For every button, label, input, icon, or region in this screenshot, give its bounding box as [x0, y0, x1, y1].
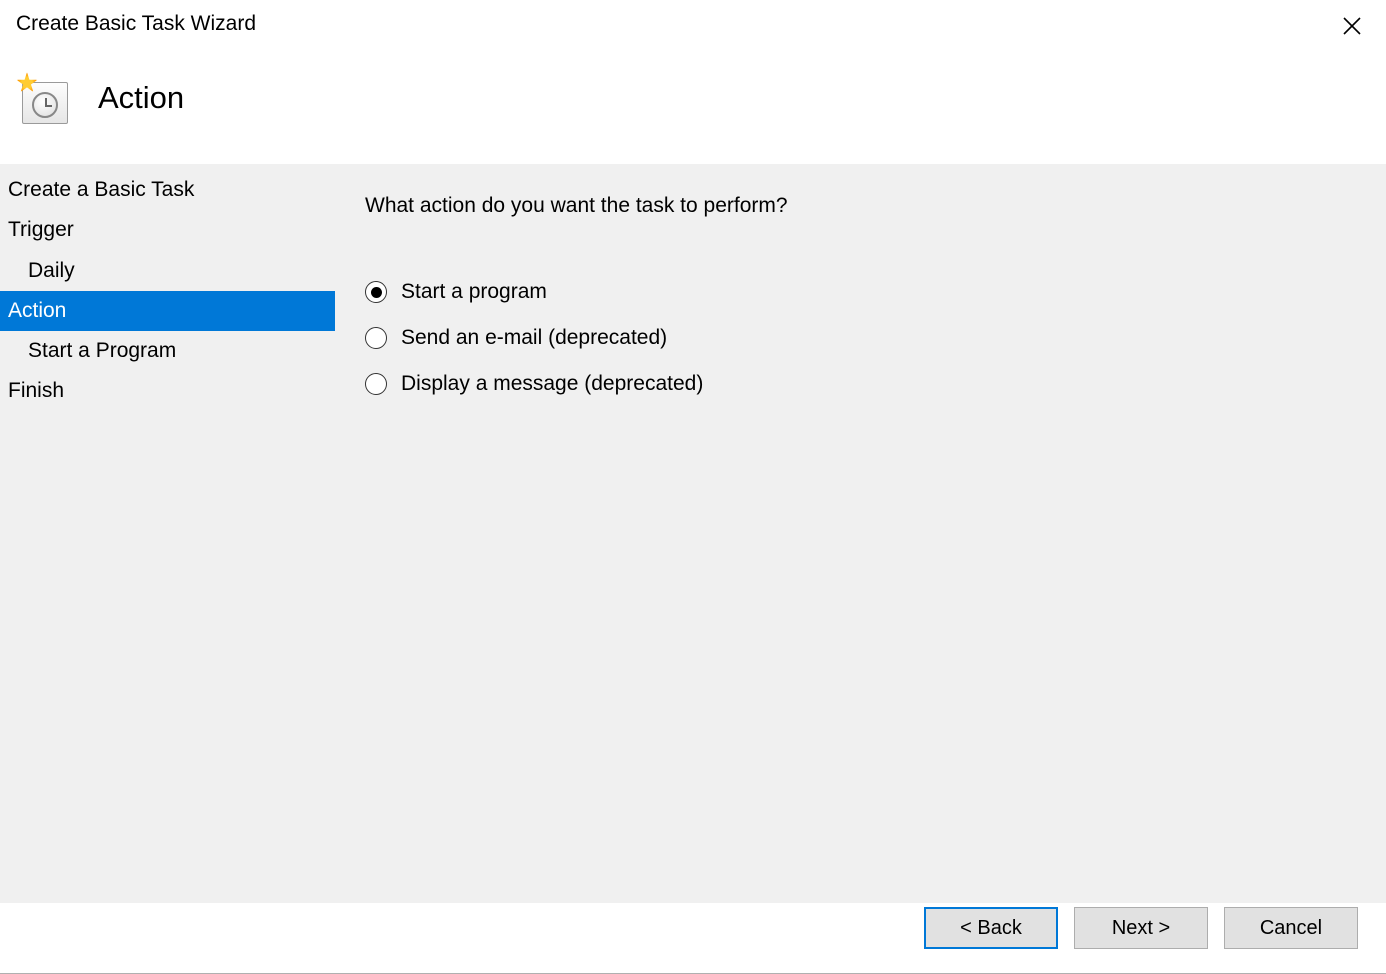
next-button[interactable]: Next >: [1074, 907, 1208, 949]
titlebar: Create Basic Task Wizard: [0, 0, 1386, 54]
wizard-header: Action: [0, 54, 1386, 164]
radio-icon[interactable]: [365, 281, 387, 303]
back-button[interactable]: < Back: [924, 907, 1058, 949]
radio-label: Send an e-mail (deprecated): [401, 326, 667, 350]
wizard-button-row: < Back Next > Cancel: [924, 907, 1358, 949]
action-prompt: What action do you want the task to perf…: [365, 194, 1356, 218]
wizard-steps-sidebar: Create a Basic TaskTriggerDailyActionSta…: [0, 164, 335, 903]
task-wizard-icon: [16, 72, 68, 124]
wizard-main-panel: What action do you want the task to perf…: [335, 164, 1386, 903]
window-title: Create Basic Task Wizard: [16, 12, 256, 36]
radio-label: Display a message (deprecated): [401, 372, 703, 396]
action-option[interactable]: Display a message (deprecated): [365, 372, 1356, 396]
sidebar-step[interactable]: Finish: [0, 371, 335, 411]
radio-icon[interactable]: [365, 373, 387, 395]
sidebar-step[interactable]: Trigger: [0, 210, 335, 250]
close-icon[interactable]: [1334, 12, 1370, 44]
wizard-body: Create a Basic TaskTriggerDailyActionSta…: [0, 164, 1386, 903]
page-heading: Action: [98, 80, 184, 116]
action-option[interactable]: Send an e-mail (deprecated): [365, 326, 1356, 350]
sidebar-step[interactable]: Action: [0, 291, 335, 331]
sidebar-step[interactable]: Start a Program: [0, 331, 335, 371]
sidebar-step[interactable]: Daily: [0, 251, 335, 291]
action-radio-group: Start a program Send an e-mail (deprecate…: [365, 280, 1356, 396]
sidebar-step[interactable]: Create a Basic Task: [0, 170, 335, 210]
radio-icon[interactable]: [365, 327, 387, 349]
radio-label: Start a program: [401, 280, 547, 304]
cancel-button[interactable]: Cancel: [1224, 907, 1358, 949]
action-option[interactable]: Start a program: [365, 280, 1356, 304]
